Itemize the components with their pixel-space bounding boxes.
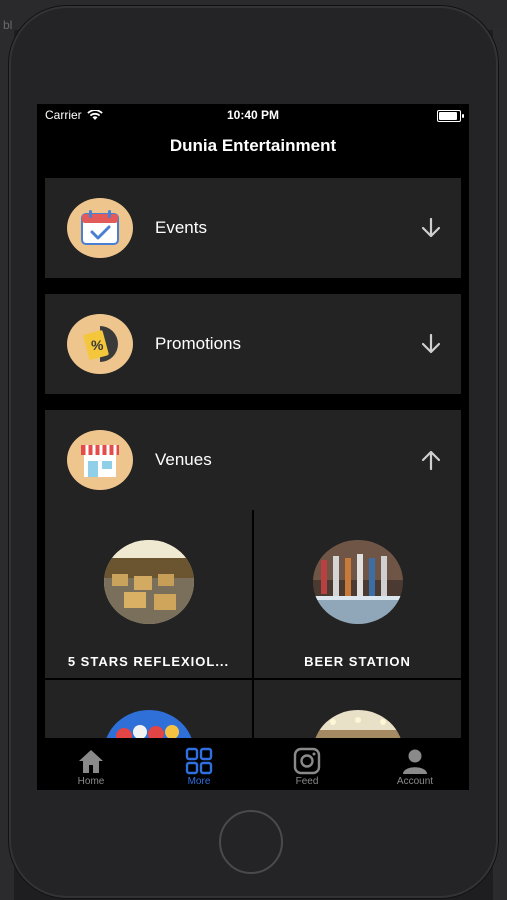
venue-tile[interactable]: 5 STARS REFLEXIOL...	[45, 510, 252, 678]
grid-icon	[185, 747, 213, 775]
status-time: 10:40 PM	[226, 108, 280, 122]
tab-label-more: More	[187, 776, 211, 787]
sections-list: Events % Promotions Venues 5 STARS REFLE…	[45, 178, 461, 738]
percent-tag-icon: %	[67, 314, 133, 374]
section-promotions[interactable]: % Promotions	[45, 294, 461, 394]
home-hardware-button[interactable]	[219, 810, 283, 874]
status-bar: Carrier 10:40 PM	[37, 104, 469, 126]
tab-label-home: Home	[77, 776, 105, 787]
tab-more[interactable]: More	[145, 740, 253, 790]
section-label-promotions: Promotions	[155, 334, 241, 353]
battery-icon	[437, 110, 464, 122]
beer-taps-photo	[312, 540, 403, 624]
section-events[interactable]: Events	[45, 178, 461, 278]
arrow-down-icon[interactable]	[411, 333, 451, 355]
arrow-down-icon[interactable]	[411, 217, 451, 239]
app-screen: Carrier 10:40 PM Dunia Entertainment Eve…	[37, 104, 469, 790]
section-venues[interactable]: Venues	[45, 410, 461, 510]
venue-grid: 5 STARS REFLEXIOL... BEER STATION	[45, 510, 461, 738]
instagram-icon	[293, 747, 321, 775]
tab-label-account: Account	[396, 776, 434, 787]
venue-tile[interactable]	[45, 680, 252, 738]
tab-home[interactable]: Home	[37, 740, 145, 790]
venue-name: 5 STARS REFLEXIOL...	[67, 654, 230, 669]
tab-account[interactable]: Account	[361, 740, 469, 790]
venue-interior-photo	[312, 710, 403, 738]
home-icon	[79, 750, 103, 773]
section-label-venues: Venues	[155, 450, 212, 469]
venue-name: BEER STATION	[304, 654, 411, 669]
spa-room-photo	[103, 540, 194, 624]
calendar-check-icon	[67, 198, 133, 258]
page-title: Dunia Entertainment	[169, 136, 337, 155]
tab-feed[interactable]: Feed	[253, 740, 361, 790]
balloons-photo	[103, 710, 194, 738]
svg-text:%: %	[91, 337, 104, 353]
tab-bar: Home More Feed Account	[37, 740, 469, 790]
tab-label-feed: Feed	[295, 776, 319, 787]
person-icon	[403, 749, 427, 774]
venue-tile[interactable]	[254, 680, 461, 738]
arrow-up-icon[interactable]	[411, 449, 451, 471]
venue-tile[interactable]: BEER STATION	[254, 510, 461, 678]
store-icon	[67, 430, 133, 490]
section-label-events: Events	[155, 218, 207, 237]
